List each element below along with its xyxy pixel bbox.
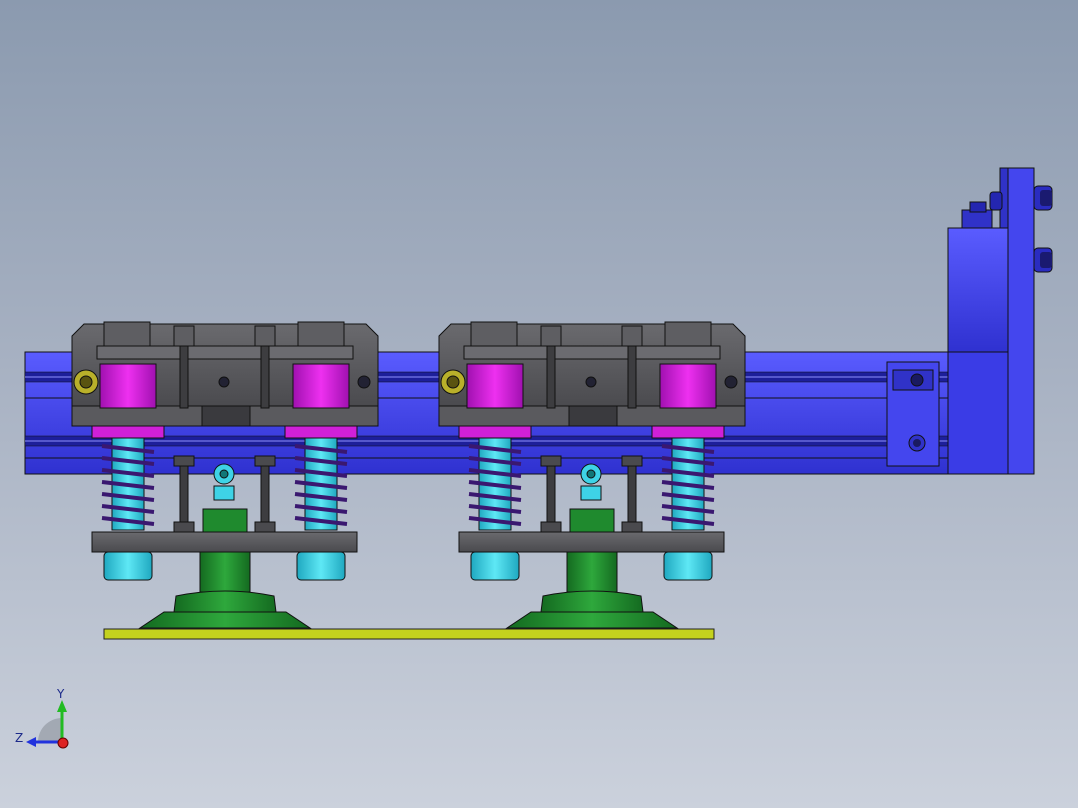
- x-axis-dot: [57, 737, 69, 749]
- cad-model[interactable]: [0, 0, 1078, 808]
- suction-unit-1: [71, 321, 379, 629]
- orientation-triad[interactable]: [26, 700, 69, 749]
- workpiece-plate: [103, 628, 715, 640]
- rail-end-bracket: [886, 361, 940, 467]
- z-axis-label: Z: [15, 731, 24, 745]
- suction-unit-2: [438, 321, 746, 629]
- vertical-mount-bracket: [947, 167, 1053, 475]
- y-axis-label: Y: [57, 687, 65, 701]
- cad-viewport[interactable]: Y Z: [0, 0, 1078, 808]
